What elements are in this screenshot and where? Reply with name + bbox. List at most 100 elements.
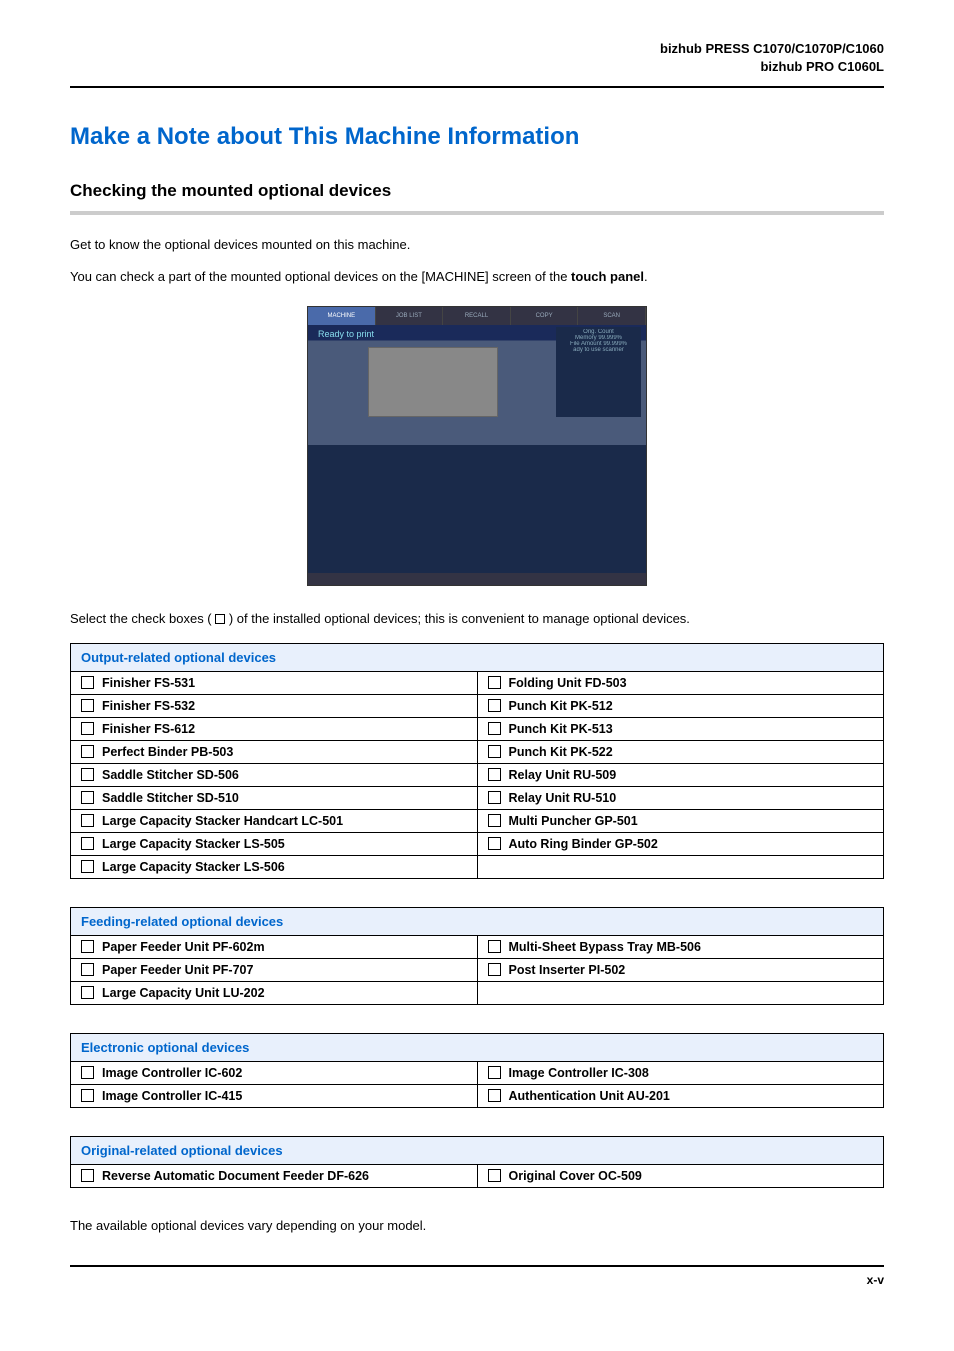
device-label: Original Cover OC-509 bbox=[509, 1169, 642, 1183]
device-checkbox[interactable] bbox=[81, 814, 94, 827]
output-cell: Punch Kit PK-522 bbox=[477, 740, 884, 763]
intro-text-2-pre: You can check a part of the mounted opti… bbox=[70, 269, 571, 284]
original-cell: Reverse Automatic Document Feeder DF-626 bbox=[71, 1164, 478, 1187]
device-checkbox[interactable] bbox=[81, 963, 94, 976]
device-label: Saddle Stitcher SD-510 bbox=[102, 791, 239, 805]
output-item: Auto Ring Binder GP-502 bbox=[488, 837, 874, 851]
output-item: Finisher FS-532 bbox=[81, 699, 467, 713]
machine-screenshot-wrap: MACHINE JOB LIST RECALL COPY SCAN Ready … bbox=[70, 306, 884, 589]
device-checkbox[interactable] bbox=[488, 1066, 501, 1079]
screenshot-machine-graphic bbox=[368, 347, 498, 417]
electronic-item: Authentication Unit AU-201 bbox=[488, 1089, 874, 1103]
electronic-cell: Image Controller IC-415 bbox=[71, 1084, 478, 1107]
device-checkbox[interactable] bbox=[488, 699, 501, 712]
device-label: Image Controller IC-602 bbox=[102, 1066, 242, 1080]
device-label: Finisher FS-612 bbox=[102, 722, 195, 736]
output-cell: Finisher FS-612 bbox=[71, 717, 478, 740]
checkbox-instruction: Select the check boxes ( ) of the instal… bbox=[70, 609, 884, 629]
device-label: Relay Unit RU-509 bbox=[509, 768, 617, 782]
electronic-table-header: Electronic optional devices bbox=[71, 1033, 884, 1061]
device-checkbox[interactable] bbox=[488, 1089, 501, 1102]
device-checkbox[interactable] bbox=[488, 963, 501, 976]
device-label: Folding Unit FD-503 bbox=[509, 676, 627, 690]
device-checkbox[interactable] bbox=[81, 791, 94, 804]
device-checkbox[interactable] bbox=[488, 837, 501, 850]
output-item: Perfect Binder PB-503 bbox=[81, 745, 467, 759]
device-checkbox[interactable] bbox=[81, 860, 94, 873]
device-label: Paper Feeder Unit PF-707 bbox=[102, 963, 253, 977]
screenshot-tab-copy: COPY bbox=[511, 307, 579, 325]
screenshot-right-panel: Orig. Count Memory 99.999% File Amount 9… bbox=[556, 327, 641, 417]
feeding-cell: Post Inserter PI-502 bbox=[477, 958, 884, 981]
device-checkbox[interactable] bbox=[81, 940, 94, 953]
output-item: Relay Unit RU-509 bbox=[488, 768, 874, 782]
output-item: Multi Puncher GP-501 bbox=[488, 814, 874, 828]
device-checkbox[interactable] bbox=[81, 699, 94, 712]
checkbox-note-pre: Select the check boxes ( bbox=[70, 611, 215, 626]
output-item: Large Capacity Stacker Handcart LC-501 bbox=[81, 814, 467, 828]
device-label: Large Capacity Stacker LS-506 bbox=[102, 860, 285, 874]
page-title: Make a Note about This Machine Informati… bbox=[70, 123, 884, 151]
output-item: Punch Kit PK-522 bbox=[488, 745, 874, 759]
device-label: Authentication Unit AU-201 bbox=[509, 1089, 670, 1103]
intro-text-2: You can check a part of the mounted opti… bbox=[70, 267, 884, 287]
device-checkbox[interactable] bbox=[81, 837, 94, 850]
electronic-item: Image Controller IC-602 bbox=[81, 1066, 467, 1080]
feeding-devices-table: Feeding-related optional devices Paper F… bbox=[70, 907, 884, 1005]
output-cell: Large Capacity Stacker LS-506 bbox=[71, 855, 478, 878]
output-item: Finisher FS-531 bbox=[81, 676, 467, 690]
device-checkbox[interactable] bbox=[488, 722, 501, 735]
device-checkbox[interactable] bbox=[488, 768, 501, 781]
device-label: Punch Kit PK-522 bbox=[509, 745, 613, 759]
device-checkbox[interactable] bbox=[488, 676, 501, 689]
device-checkbox[interactable] bbox=[81, 1066, 94, 1079]
device-label: Large Capacity Unit LU-202 bbox=[102, 986, 265, 1000]
device-checkbox[interactable] bbox=[81, 745, 94, 758]
device-checkbox[interactable] bbox=[81, 986, 94, 999]
device-checkbox[interactable] bbox=[81, 676, 94, 689]
device-label: Reverse Automatic Document Feeder DF-626 bbox=[102, 1169, 369, 1183]
screenshot-ready-text: Ready to print bbox=[318, 329, 374, 339]
output-cell: Relay Unit RU-510 bbox=[477, 786, 884, 809]
output-cell: Large Capacity Stacker LS-505 bbox=[71, 832, 478, 855]
page-number: x-v bbox=[867, 1273, 884, 1287]
feeding-item: Paper Feeder Unit PF-602m bbox=[81, 940, 467, 954]
feeding-item: Multi-Sheet Bypass Tray MB-506 bbox=[488, 940, 874, 954]
device-checkbox[interactable] bbox=[488, 814, 501, 827]
output-devices-table: Output-related optional devices Finisher… bbox=[70, 643, 884, 879]
footnote-text: The available optional devices vary depe… bbox=[70, 1216, 884, 1236]
device-checkbox[interactable] bbox=[488, 745, 501, 758]
screenshot-paper-area bbox=[477, 445, 646, 573]
device-label: Relay Unit RU-510 bbox=[509, 791, 617, 805]
screenshot-tabs: MACHINE JOB LIST RECALL COPY SCAN bbox=[308, 307, 646, 325]
device-checkbox[interactable] bbox=[81, 768, 94, 781]
device-checkbox[interactable] bbox=[488, 1169, 501, 1182]
electronic-item: Image Controller IC-415 bbox=[81, 1089, 467, 1103]
output-cell: Perfect Binder PB-503 bbox=[71, 740, 478, 763]
device-checkbox[interactable] bbox=[81, 1169, 94, 1182]
electronic-cell: Image Controller IC-602 bbox=[71, 1061, 478, 1084]
output-table-header: Output-related optional devices bbox=[71, 643, 884, 671]
device-label: Saddle Stitcher SD-506 bbox=[102, 768, 239, 782]
output-item: Large Capacity Stacker LS-505 bbox=[81, 837, 467, 851]
output-item: Saddle Stitcher SD-506 bbox=[81, 768, 467, 782]
feeding-table-header: Feeding-related optional devices bbox=[71, 907, 884, 935]
original-table-header: Original-related optional devices bbox=[71, 1136, 884, 1164]
original-cell: Original Cover OC-509 bbox=[477, 1164, 884, 1187]
feeding-item: Paper Feeder Unit PF-707 bbox=[81, 963, 467, 977]
checkbox-note-post: ) of the installed optional devices; thi… bbox=[225, 611, 690, 626]
device-checkbox[interactable] bbox=[488, 940, 501, 953]
electronic-devices-table: Electronic optional devices Image Contro… bbox=[70, 1033, 884, 1108]
intro-text-2-post: . bbox=[644, 269, 648, 284]
device-checkbox[interactable] bbox=[488, 791, 501, 804]
device-checkbox[interactable] bbox=[81, 722, 94, 735]
original-item: Original Cover OC-509 bbox=[488, 1169, 874, 1183]
output-cell: Punch Kit PK-512 bbox=[477, 694, 884, 717]
feeding-item: Large Capacity Unit LU-202 bbox=[81, 986, 467, 1000]
device-label: Punch Kit PK-513 bbox=[509, 722, 613, 736]
device-label: Perfect Binder PB-503 bbox=[102, 745, 233, 759]
feeding-cell: Paper Feeder Unit PF-602m bbox=[71, 935, 478, 958]
output-item: Folding Unit FD-503 bbox=[488, 676, 874, 690]
machine-screenshot: MACHINE JOB LIST RECALL COPY SCAN Ready … bbox=[307, 306, 647, 586]
device-checkbox[interactable] bbox=[81, 1089, 94, 1102]
